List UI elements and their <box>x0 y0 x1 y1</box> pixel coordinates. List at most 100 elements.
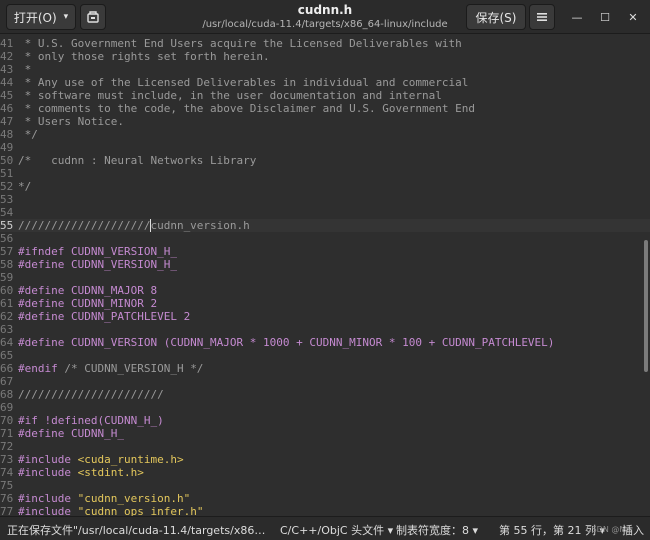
code-line[interactable]: 53 <box>0 193 650 206</box>
code-line[interactable]: 73 #include <cuda_runtime.h> <box>0 453 650 466</box>
line-number: 60 <box>0 284 14 297</box>
line-number: 45 <box>0 89 14 102</box>
code-line[interactable]: 65 <box>0 349 650 362</box>
open-button[interactable]: 打开(O) ▾ <box>6 4 76 30</box>
code-text: /* cudnn : Neural Networks Library <box>18 154 256 167</box>
code-token: "cudnn_version.h" <box>77 492 191 505</box>
text-editor[interactable]: 41 * U.S. Government End Users acquire t… <box>0 34 650 516</box>
code-line[interactable]: 77 #include "cudnn_ops_infer.h" <box>0 505 650 516</box>
code-line[interactable]: 63 <box>0 323 650 336</box>
code-line[interactable]: 62 #define CUDNN_PATCHLEVEL 2 <box>0 310 650 323</box>
file-path: /usr/local/cuda-11.4/targets/x86_64-linu… <box>202 19 448 30</box>
line-number: 67 <box>0 375 14 388</box>
line-number: 43 <box>0 63 14 76</box>
code-text: * <box>18 63 32 76</box>
code-token: #define CUDNN_VERSION (CUDNN_MAJOR * 100… <box>18 336 555 349</box>
code-text: #define CUDNN_VERSION_H_ <box>18 258 177 271</box>
code-line[interactable]: 57 #ifndef CUDNN_VERSION_H_ <box>0 245 650 258</box>
code-token: #define CUDNN_VERSION_H_ <box>18 258 177 271</box>
line-number: 48 <box>0 128 14 141</box>
code-text: ////////////////////cudnn_version.h <box>18 219 250 232</box>
code-text: * only those rights set forth herein. <box>18 50 270 63</box>
status-message: 正在保存文件"/usr/local/cuda-11.4/targets/x86_… <box>7 524 269 537</box>
code-token: #define CUDNN_MINOR 2 <box>18 297 158 310</box>
new-document-icon <box>87 11 99 23</box>
code-line[interactable]: 51 <box>0 167 650 180</box>
code-line[interactable]: 54 <box>0 206 650 219</box>
code-token: <cuda_runtime.h> <box>77 453 184 466</box>
code-text: #if !defined(CUDNN_H_) <box>18 414 164 427</box>
code-text: * Users Notice. <box>18 115 124 128</box>
menu-button[interactable] <box>529 4 555 30</box>
code-text: #include "cudnn_ops_infer.h" <box>18 505 203 516</box>
line-number: 58 <box>0 258 14 271</box>
code-line[interactable]: 48 */ <box>0 128 650 141</box>
line-number: 62 <box>0 310 14 323</box>
line-number: 65 <box>0 349 14 362</box>
minimize-icon[interactable]: — <box>568 8 586 26</box>
code-line[interactable]: 59 <box>0 271 650 284</box>
code-line[interactable]: 75 <box>0 479 650 492</box>
open-button-label: 打开(O) <box>13 10 57 25</box>
code-line[interactable]: 69 <box>0 401 650 414</box>
code-text: #define CUDNN_PATCHLEVEL 2 <box>18 310 190 323</box>
line-number: 61 <box>0 297 14 310</box>
code-line[interactable]: 71 #define CUDNN_H_ <box>0 427 650 440</box>
code-token: <stdint.h> <box>77 466 144 479</box>
line-number: 42 <box>0 50 14 63</box>
code-line[interactable]: 55 ////////////////////cudnn_version.h <box>0 219 650 232</box>
code-token: /* cudnn : Neural Networks Library <box>18 154 257 167</box>
code-token: #include <box>18 492 78 505</box>
code-line[interactable]: 70 #if !defined(CUDNN_H_) <box>0 414 650 427</box>
window-title: cudnn.h <box>297 3 353 17</box>
code-token: * <box>18 63 32 76</box>
line-number: 64 <box>0 336 14 349</box>
code-line[interactable]: 60 #define CUDNN_MAJOR 8 <box>0 284 650 297</box>
code-token: */ <box>18 128 38 141</box>
line-number: 49 <box>0 141 14 154</box>
code-line[interactable]: 68 ////////////////////// <box>0 388 650 401</box>
close-icon[interactable]: ✕ <box>624 8 642 26</box>
code-text: * software must include, in the user doc… <box>18 89 442 102</box>
line-number: 76 <box>0 492 14 505</box>
code-token: * comments to the code, the above Discla… <box>18 102 475 115</box>
code-line[interactable]: 58 #define CUDNN_VERSION_H_ <box>0 258 650 271</box>
code-line[interactable]: 49 <box>0 141 650 154</box>
code-line[interactable]: 52 */ <box>0 180 650 193</box>
code-line[interactable]: 61 #define CUDNN_MINOR 2 <box>0 297 650 310</box>
code-token: * software must include, in the user doc… <box>18 89 442 102</box>
save-button[interactable]: 保存(S) <box>466 4 526 30</box>
code-text: * comments to the code, the above Discla… <box>18 102 475 115</box>
code-token: ////////////////////cudnn_version.h <box>18 219 250 232</box>
code-line[interactable]: 43 * <box>0 63 650 76</box>
code-line[interactable]: 44 * Any use of the Licensed Deliverable… <box>0 76 650 89</box>
code-line[interactable]: 46 * comments to the code, the above Dis… <box>0 102 650 115</box>
code-line[interactable]: 50 /* cudnn : Neural Networks Library <box>0 154 650 167</box>
code-text: #endif /* CUDNN_VERSION_H */ <box>18 362 203 375</box>
window-title-area: cudnn.h /usr/local/cuda-11.4/targets/x86… <box>180 3 470 31</box>
line-number: 74 <box>0 466 14 479</box>
status-bar: 正在保存文件"/usr/local/cuda-11.4/targets/x86_… <box>0 516 650 540</box>
code-line[interactable]: 74 #include <stdint.h> <box>0 466 650 479</box>
code-line[interactable]: 47 * Users Notice. <box>0 115 650 128</box>
code-text: #define CUDNN_H_ <box>18 427 124 440</box>
code-token: #include <box>18 466 78 479</box>
code-line[interactable]: 76 #include "cudnn_version.h" <box>0 492 650 505</box>
code-line[interactable]: 42 * only those rights set forth herein. <box>0 50 650 63</box>
code-line[interactable]: 41 * U.S. Government End Users acquire t… <box>0 37 650 50</box>
code-line[interactable]: 64 #define CUDNN_VERSION (CUDNN_MAJOR * 1… <box>0 336 650 349</box>
maximize-icon[interactable]: ☐ <box>596 8 614 26</box>
code-token: * Any use of the Licensed Deliverables i… <box>18 76 469 89</box>
line-number: 54 <box>0 206 14 219</box>
tab-width-selector[interactable]: 制表符宽度：8 ▾ <box>396 522 478 538</box>
code-line[interactable]: 72 <box>0 440 650 453</box>
header-bar: 打开(O) ▾ cudnn.h /usr/local/cuda-11.4/tar… <box>0 0 650 34</box>
code-line[interactable]: 45 * software must include, in the user … <box>0 89 650 102</box>
code-text: */ <box>18 128 38 141</box>
code-line[interactable]: 56 <box>0 232 650 245</box>
new-document-button[interactable] <box>80 4 106 30</box>
code-line[interactable]: 67 <box>0 375 650 388</box>
language-selector[interactable]: C/C++/ObjC 头文件 ▾ <box>280 522 393 538</box>
code-token: * Users Notice. <box>18 115 124 128</box>
code-line[interactable]: 66 #endif /* CUDNN_VERSION_H */ <box>0 362 650 375</box>
